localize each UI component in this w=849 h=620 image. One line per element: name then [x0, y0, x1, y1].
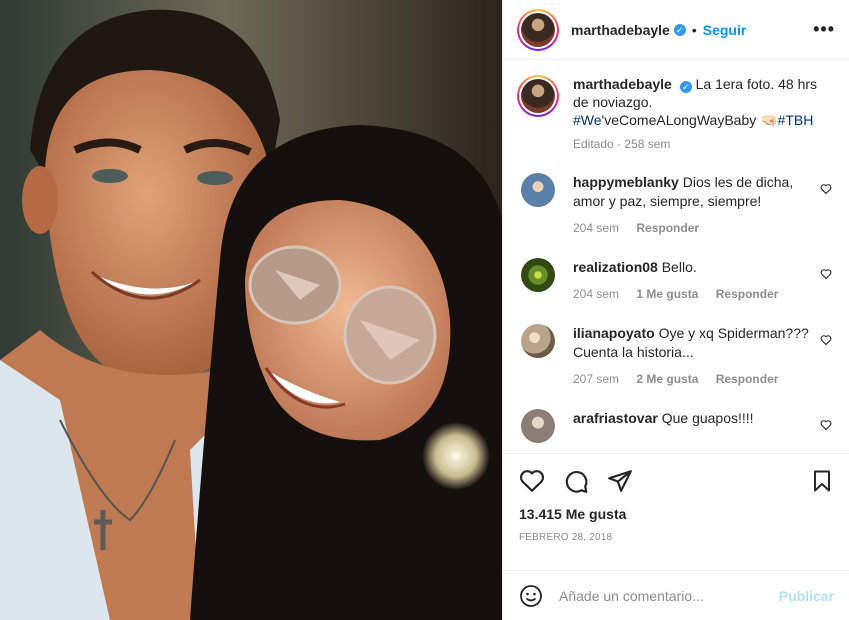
emoji-picker-icon[interactable] [519, 584, 543, 608]
comment-item: realization08 Bello. 204 sem 1 Me gusta … [517, 258, 834, 304]
comment-text: Que guapos!!!! [661, 410, 754, 426]
reply-button[interactable]: Responder [716, 372, 779, 386]
post-side-panel: marthadebayle ✓ • Seguir ••• marthadebay… [502, 0, 849, 620]
verified-badge-icon: ✓ [679, 81, 692, 93]
caption: marthadebayle ✓ La 1era foto. 48 hrs de … [517, 75, 834, 153]
comment-username[interactable]: ilianapoyato [573, 325, 655, 341]
comment-likes[interactable]: 2 Me gusta [636, 372, 698, 386]
post-photo[interactable] [0, 0, 502, 620]
post-date: FEBRERO 28, 2018 [519, 532, 613, 543]
hashtag-we[interactable]: #We [573, 112, 602, 128]
separator-dot: • [691, 21, 697, 38]
comment-item: ilianapoyato Oye y xq Spiderman??? Cuent… [517, 324, 834, 389]
comment-username[interactable]: realization08 [573, 259, 658, 275]
like-heart-icon[interactable] [519, 468, 545, 494]
comment-item: arafriastovar Que guapos!!!! [517, 409, 834, 443]
comment-username[interactable]: arafriastovar [573, 410, 658, 426]
comment-bubble-icon[interactable] [563, 468, 589, 494]
hashtag-tbh[interactable]: #TBH [778, 112, 814, 128]
follow-button[interactable]: Seguir [703, 22, 747, 38]
comment-username[interactable]: happymeblanky [573, 174, 679, 190]
comment-like-heart-icon[interactable] [820, 334, 832, 346]
couple-photo-illustration [0, 0, 502, 620]
caption-username[interactable]: marthadebayle [573, 76, 672, 92]
reply-button[interactable]: Responder [636, 221, 699, 235]
author-avatar[interactable] [517, 8, 559, 51]
likes-count[interactable]: 13.415 Me gusta [519, 506, 834, 522]
comment-like-heart-icon[interactable] [820, 419, 832, 431]
verified-badge-icon: ✓ [673, 23, 686, 36]
comment-avatar[interactable] [521, 409, 555, 443]
comment-like-heart-icon[interactable] [820, 268, 832, 280]
comment-likes[interactable]: 1 Me gusta [636, 287, 698, 301]
comment-time[interactable]: 204 sem [573, 221, 619, 235]
comment-input[interactable] [559, 587, 759, 604]
comment-avatar[interactable] [521, 324, 555, 358]
comment-item: happymeblanky Dios les de dicha, amor y … [517, 173, 834, 238]
add-comment-bar: Publicar [503, 570, 849, 620]
post-actions: 13.415 Me gusta FEBRERO 28, 2018 [503, 453, 849, 543]
comment-time[interactable]: 204 sem [573, 287, 619, 301]
caption-meta: Editado · 258 sem [573, 137, 671, 151]
publish-button[interactable]: Publicar [779, 588, 834, 604]
comment-like-heart-icon[interactable] [820, 183, 832, 195]
comment-time[interactable]: 207 sem [573, 372, 619, 386]
comment-avatar[interactable] [521, 173, 555, 207]
post-header: marthadebayle ✓ • Seguir ••• [503, 0, 849, 60]
bookmark-save-icon[interactable] [810, 468, 834, 494]
author-username[interactable]: marthadebayle [571, 22, 670, 38]
comment-text: Bello. [661, 259, 697, 275]
share-send-icon[interactable] [607, 468, 633, 494]
comments-list[interactable]: marthadebayle ✓ La 1era foto. 48 hrs de … [503, 61, 849, 453]
caption-author-avatar[interactable] [517, 75, 559, 117]
comment-avatar[interactable] [521, 258, 555, 292]
more-options-icon[interactable]: ••• [813, 19, 835, 40]
caption-text-rest: 'veComeALongWayBaby 🤜🏻 [601, 112, 778, 128]
reply-button[interactable]: Responder [716, 287, 779, 301]
